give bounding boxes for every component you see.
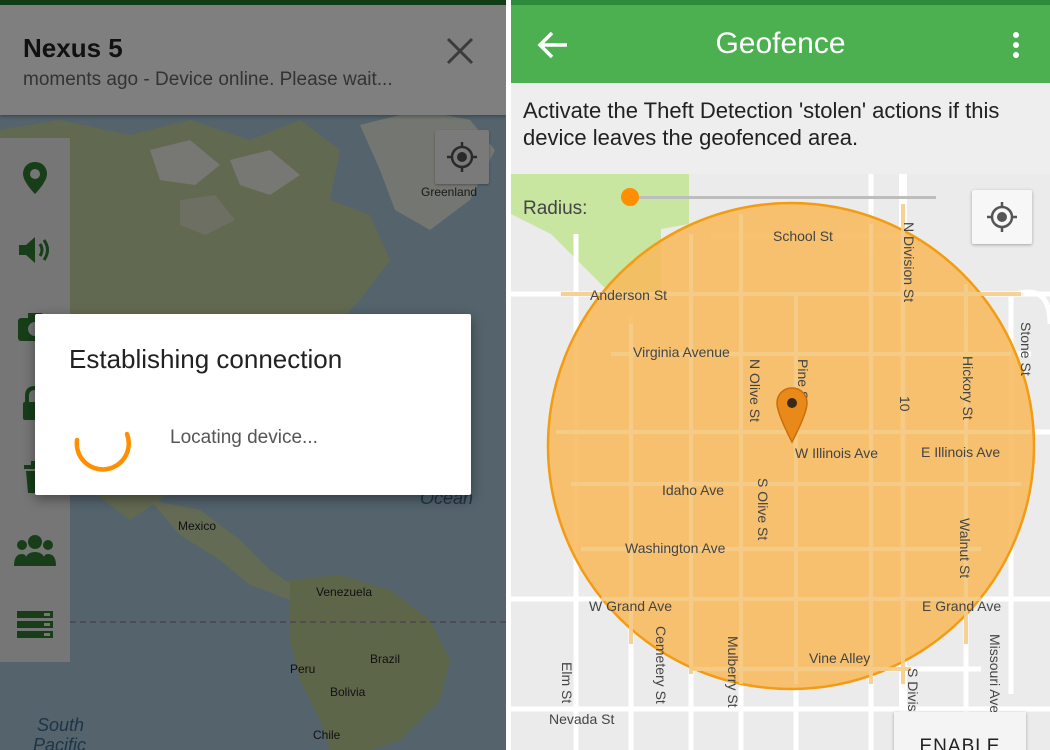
street-mulberry: Mulberry St bbox=[725, 636, 741, 708]
street-stone: Stone St bbox=[1018, 322, 1034, 376]
dialog-title: Establishing connection bbox=[69, 344, 343, 374]
street-e-grand: E Grand Ave bbox=[922, 598, 1002, 614]
app-bar: Geofence bbox=[511, 5, 1050, 83]
street-w-grand: W Grand Ave bbox=[589, 598, 673, 614]
connection-dialog: Establishing connection Locating device.… bbox=[35, 314, 471, 495]
map-pin-icon[interactable] bbox=[775, 386, 809, 446]
dialog-message: Locating device... bbox=[170, 427, 318, 448]
street-nevada: Nevada St bbox=[549, 711, 615, 727]
street-virginia: Virginia Avenue bbox=[633, 344, 730, 360]
geofence-map[interactable]: School St Anderson St Virginia Avenue N … bbox=[511, 174, 1050, 750]
radius-slider-track[interactable] bbox=[624, 196, 936, 199]
street-idaho: Idaho Ave bbox=[662, 482, 725, 498]
street-w-illinois: W Illinois Ave bbox=[795, 445, 878, 461]
radius-label: Radius: bbox=[523, 198, 588, 219]
street-cemetery: Cemetery St bbox=[653, 626, 669, 704]
street-school: School St bbox=[773, 228, 833, 244]
loading-spinner-icon bbox=[74, 431, 131, 472]
route-10: 10 bbox=[897, 396, 913, 412]
street-hickory: Hickory St bbox=[960, 356, 976, 420]
street-n-olive: N Olive St bbox=[747, 359, 763, 423]
street-walnut: Walnut St bbox=[957, 518, 973, 579]
street-e-illinois: E Illinois Ave bbox=[921, 444, 1001, 460]
enable-button[interactable]: ENABLE bbox=[894, 712, 1026, 750]
street-elm: Elm St bbox=[559, 662, 575, 704]
my-location-button[interactable] bbox=[972, 190, 1032, 244]
street-washington: Washington Ave bbox=[625, 540, 726, 556]
street-map bbox=[511, 174, 1050, 750]
page-title: Geofence bbox=[715, 27, 846, 60]
enable-button-label: ENABLE bbox=[919, 736, 1001, 750]
street-anderson: Anderson St bbox=[590, 287, 668, 303]
street-s-olive: S Olive St bbox=[755, 478, 771, 541]
geofence-screen: Geofence Activate the Theft Detection 's… bbox=[511, 0, 1050, 750]
more-vert-icon[interactable] bbox=[1006, 25, 1026, 65]
street-missouri: Missouri Ave bbox=[987, 634, 1003, 714]
street-vine: Vine Alley bbox=[809, 650, 871, 666]
geofence-description: Activate the Theft Detection 'stolen' ac… bbox=[523, 98, 1000, 150]
device-locator-screen: Greenland Mexico Venezuela Peru Brazil B… bbox=[0, 0, 506, 750]
street-n-division: N Division St bbox=[901, 222, 917, 303]
crosshair-icon bbox=[987, 202, 1017, 232]
description-panel: Activate the Theft Detection 'stolen' ac… bbox=[511, 83, 1050, 174]
